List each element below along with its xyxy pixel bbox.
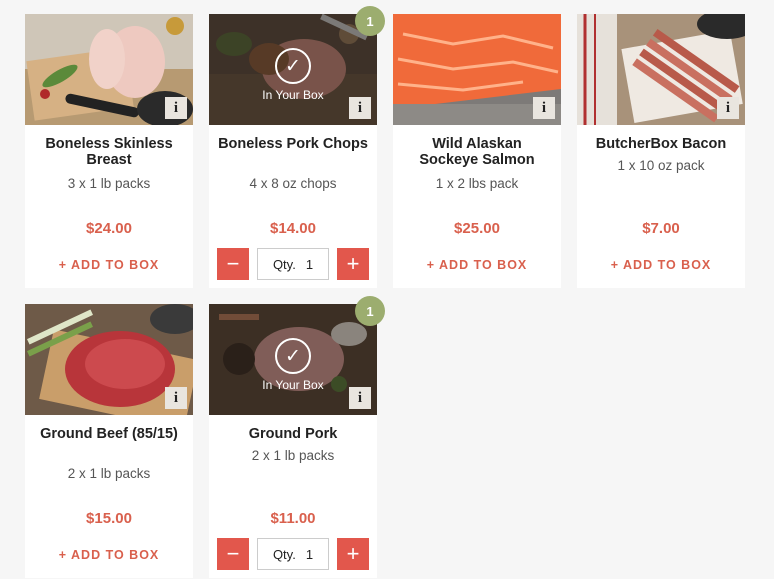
quantity-value: 1	[305, 256, 314, 272]
product-card-bacon: i ButcherBox Bacon 1 x 10 oz pack $7.00 …	[577, 14, 745, 288]
quantity-label: Qty.	[272, 256, 296, 272]
product-name: ButcherBox Bacon	[595, 136, 727, 152]
quantity-stepper: − Qty. 1 +	[217, 538, 369, 570]
product-pack-size: 1 x 2 lbs pack	[435, 176, 519, 191]
add-to-box-button[interactable]: + ADD TO BOX	[577, 258, 745, 272]
quantity-field[interactable]: Qty. 1	[257, 248, 329, 280]
product-card-ground-pork: 1 ✓ In Your Box i Ground Pork 2 x 1 lb p…	[209, 296, 385, 578]
product-card-chicken-breast: i Boneless Skinless Breast 3 x 1 lb pack…	[25, 14, 193, 288]
product-name: Ground Pork	[248, 426, 338, 442]
quantity-label: Qty.	[272, 546, 296, 562]
product-price: $11.00	[270, 510, 316, 527]
quantity-stepper: − Qty. 1 +	[217, 248, 369, 280]
quantity-field[interactable]: Qty. 1	[257, 538, 329, 570]
product-name: Ground Beef (85/15)	[40, 426, 178, 442]
product-price: $14.00	[270, 220, 316, 237]
quantity-value: 1	[305, 546, 314, 562]
in-your-box-label: In Your Box	[262, 88, 324, 102]
product-grid: i Boneless Skinless Breast 3 x 1 lb pack…	[0, 0, 774, 579]
product-price: $24.00	[86, 220, 132, 237]
product-pack-size: 3 x 1 lb packs	[67, 176, 151, 191]
product-pack-size: 1 x 10 oz pack	[617, 158, 705, 173]
check-icon: ✓	[275, 48, 311, 84]
minus-icon[interactable]: −	[217, 248, 249, 280]
info-icon[interactable]: i	[533, 97, 555, 119]
minus-icon[interactable]: −	[217, 538, 249, 570]
info-icon[interactable]: i	[349, 387, 371, 409]
quantity-badge: 1	[355, 296, 385, 326]
in-your-box-indicator: ✓ In Your Box	[209, 338, 377, 392]
product-name: Boneless Pork Chops	[218, 136, 368, 152]
product-card-ground-beef: i Ground Beef (85/15) 2 x 1 lb packs $15…	[25, 304, 193, 578]
product-photo-sockeye-salmon[interactable]: i	[393, 14, 561, 125]
add-to-box-button[interactable]: + ADD TO BOX	[25, 258, 193, 272]
product-price: $7.00	[642, 220, 680, 237]
info-icon[interactable]: i	[349, 97, 371, 119]
product-pack-size: 4 x 8 oz chops	[249, 176, 337, 191]
product-pack-size: 2 x 1 lb packs	[251, 448, 335, 463]
product-price: $25.00	[454, 220, 500, 237]
in-your-box-label: In Your Box	[262, 378, 324, 392]
product-name: Wild Alaskan Sockeye Salmon	[419, 136, 535, 168]
product-photo-ground-beef[interactable]: i	[25, 304, 193, 415]
product-pack-size: 2 x 1 lb packs	[67, 466, 151, 481]
info-icon[interactable]: i	[165, 97, 187, 119]
product-photo-ground-pork[interactable]: ✓ In Your Box i	[209, 304, 377, 415]
plus-icon[interactable]: +	[337, 248, 369, 280]
product-card-pork-chops: 1 ✓ In Your Box i Boneless Pork Chops 4 …	[209, 6, 385, 288]
product-card-sockeye-salmon: i Wild Alaskan Sockeye Salmon 1 x 2 lbs …	[393, 14, 561, 288]
product-photo-bacon[interactable]: i	[577, 14, 745, 125]
product-photo-pork-chops[interactable]: ✓ In Your Box i	[209, 14, 377, 125]
in-your-box-indicator: ✓ In Your Box	[209, 48, 377, 102]
check-icon: ✓	[275, 338, 311, 374]
product-photo-chicken-breast[interactable]: i	[25, 14, 193, 125]
add-to-box-button[interactable]: + ADD TO BOX	[25, 548, 193, 562]
plus-icon[interactable]: +	[337, 538, 369, 570]
product-price: $15.00	[86, 510, 132, 527]
info-icon[interactable]: i	[165, 387, 187, 409]
quantity-badge: 1	[355, 6, 385, 36]
add-to-box-button[interactable]: + ADD TO BOX	[393, 258, 561, 272]
info-icon[interactable]: i	[717, 97, 739, 119]
product-name: Boneless Skinless Breast	[45, 136, 173, 168]
